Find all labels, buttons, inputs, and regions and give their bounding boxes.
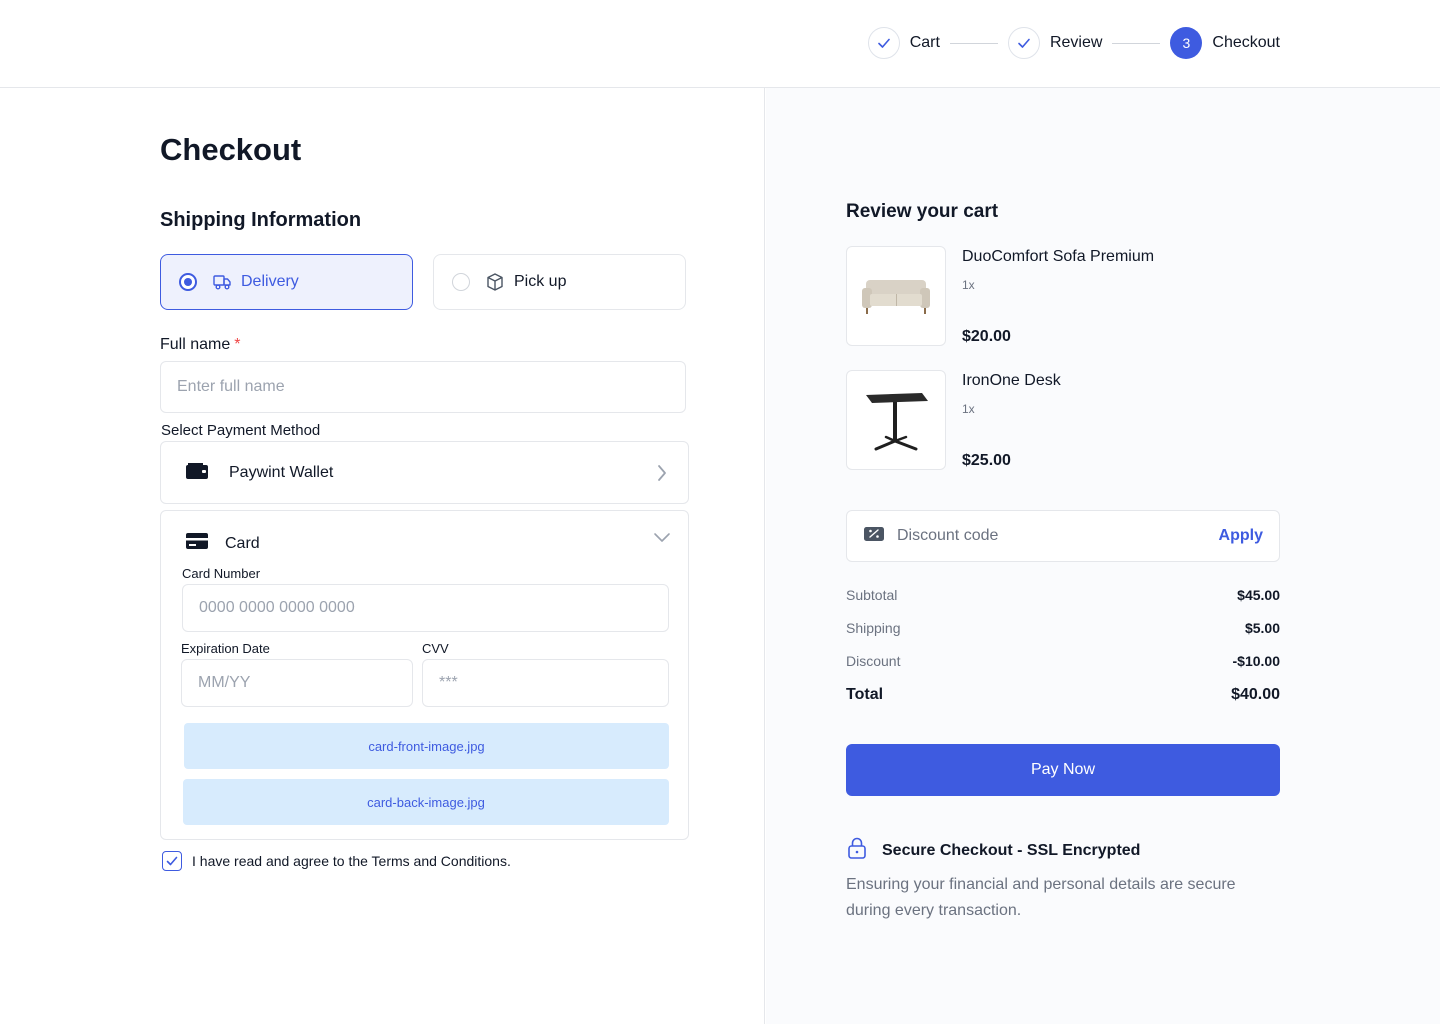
page-title: Checkout [160, 132, 302, 167]
step-connector [949, 42, 998, 44]
box-icon [484, 271, 506, 293]
apply-discount-button[interactable]: Apply [1219, 527, 1263, 545]
card-payment-header[interactable]: Card [185, 531, 260, 556]
review-cart-title: Review your cart [846, 201, 999, 222]
secure-title: Secure Checkout - SSL Encrypted [882, 841, 1141, 859]
item-price: $25.00 [962, 452, 1011, 469]
step-review[interactable]: Review [1007, 27, 1103, 59]
check-icon [1007, 27, 1040, 59]
summary-total-row: Total $40.00 [846, 686, 1280, 704]
step-checkout[interactable]: 3 Checkout [1170, 27, 1280, 59]
item-name: IronOne Desk [962, 372, 1061, 389]
radio-unselected[interactable] [452, 273, 470, 291]
desk-image [846, 370, 946, 470]
summary-value: -$10.00 [1232, 653, 1280, 669]
chevron-down-icon[interactable] [652, 531, 672, 550]
card-number-input[interactable] [182, 584, 669, 632]
credit-card-icon [185, 531, 209, 556]
card-number-label: Card Number [182, 566, 261, 581]
terms-agreement: I have read and agree to the Terms and C… [162, 851, 511, 871]
payment-method-label: Select Payment Method [161, 422, 321, 439]
card-payment-section: Card Card Number Expiration Date CVV car… [160, 510, 689, 840]
expiration-date-label: Expiration Date [181, 641, 270, 656]
checkout-form-panel: Checkout Shipping Information Delivery P… [0, 88, 765, 1024]
discount-tag-icon [863, 525, 885, 548]
step-label: Cart [909, 34, 940, 51]
wallet-payment-option[interactable]: Paywint Wallet [160, 441, 689, 504]
item-price: $20.00 [962, 328, 1011, 345]
radio-selected[interactable] [179, 273, 197, 291]
checkout-stepper: Cart Review 3 Checkout [867, 27, 1280, 59]
summary-label: Shipping [846, 620, 901, 636]
summary-subtotal-row: Subtotal $45.00 [846, 587, 1280, 603]
pickup-option[interactable]: Pick up [433, 254, 686, 310]
truck-icon [211, 271, 233, 293]
item-name: DuoComfort Sofa Premium [962, 248, 1155, 265]
step-number: 3 [1170, 27, 1203, 59]
step-label: Review [1049, 34, 1103, 51]
wallet-label: Paywint Wallet [229, 463, 334, 481]
full-name-input[interactable] [160, 361, 686, 413]
summary-value: $45.00 [1237, 587, 1280, 603]
lock-icon [846, 836, 868, 865]
wallet-icon [185, 460, 209, 485]
delivery-label: Delivery [241, 273, 299, 290]
check-icon [166, 856, 178, 866]
chevron-right-icon [656, 463, 668, 488]
terms-checkbox[interactable] [162, 851, 182, 871]
step-label: Checkout [1212, 34, 1280, 51]
cvv-input[interactable] [422, 659, 669, 707]
cart-item: DuoComfort Sofa Premium 1x $20.00 [846, 246, 1286, 346]
card-label: Card [225, 534, 260, 552]
total-label: Total [846, 686, 884, 703]
full-name-label-text: Full name [160, 336, 231, 353]
discount-code-field: Apply [846, 510, 1280, 562]
summary-shipping-row: Shipping $5.00 [846, 620, 1280, 636]
required-mark: * [234, 336, 241, 353]
item-quantity: 1x [962, 278, 975, 292]
step-connector [1112, 42, 1161, 44]
summary-value: $5.00 [1244, 620, 1280, 636]
delivery-option[interactable]: Delivery [160, 254, 413, 310]
cvv-label: CVV [422, 641, 449, 656]
summary-label: Discount [846, 653, 901, 669]
cart-item: IronOne Desk 1x $25.00 [846, 370, 1286, 470]
cart-summary-panel: Review your cart DuoComfort Sofa Premium… [766, 88, 1440, 1024]
pay-now-button[interactable]: Pay Now [846, 744, 1280, 796]
card-front-upload[interactable]: card-front-image.jpg [184, 723, 669, 769]
summary-discount-row: Discount -$10.00 [846, 653, 1280, 669]
check-icon [867, 27, 900, 59]
full-name-label: Full name * [160, 336, 240, 354]
item-quantity: 1x [962, 402, 975, 416]
sofa-image [846, 246, 946, 346]
secure-checkout: Secure Checkout - SSL Encrypted [846, 836, 1140, 865]
pickup-label: Pick up [514, 273, 567, 290]
shipping-title: Shipping Information [160, 209, 362, 231]
terms-text: I have read and agree to the Terms and C… [192, 853, 511, 869]
secure-description: Ensuring your financial and personal det… [846, 876, 1236, 919]
expiration-date-input[interactable] [181, 659, 413, 707]
total-value: $40.00 [1231, 686, 1280, 703]
top-bar: Cart Review 3 Checkout [0, 0, 1440, 88]
card-back-upload[interactable]: card-back-image.jpg [183, 779, 669, 825]
summary-label: Subtotal [846, 587, 898, 603]
step-cart[interactable]: Cart [867, 27, 940, 59]
discount-code-input[interactable] [897, 527, 1197, 545]
